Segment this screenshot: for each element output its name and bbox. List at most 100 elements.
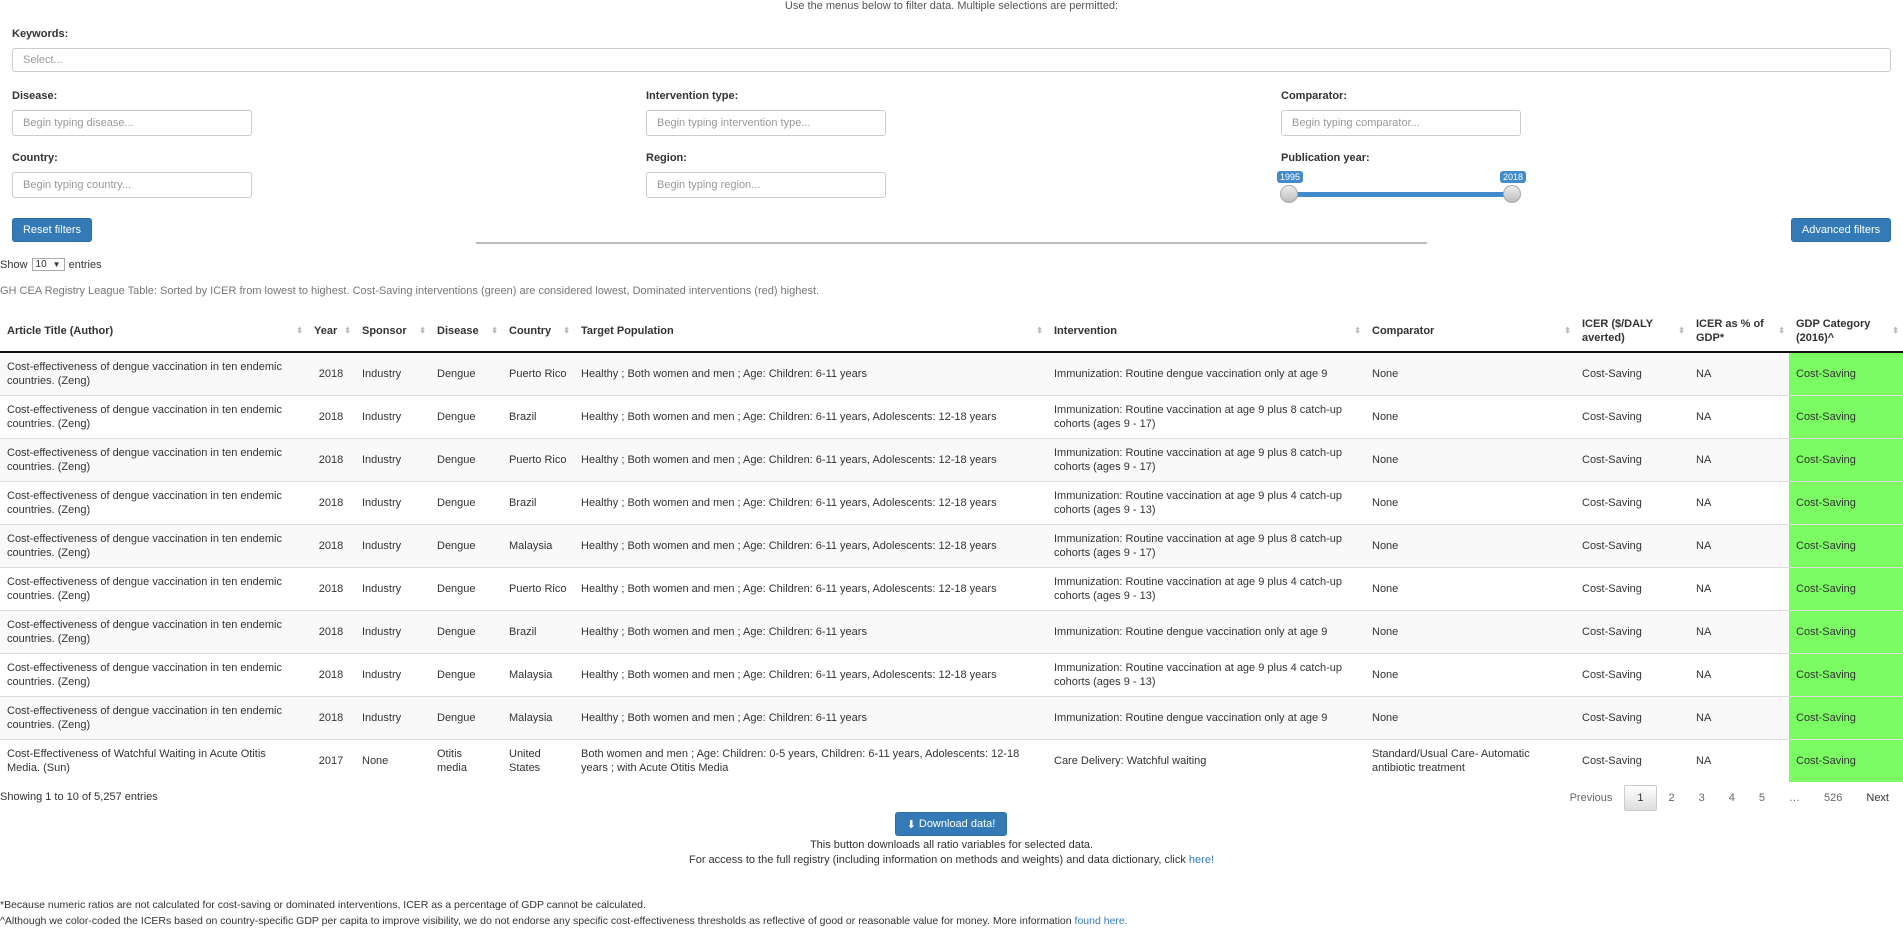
table-info: Showing 1 to 10 of 5,257 entries: [0, 791, 158, 803]
col-disease-cell: Dengue: [430, 480, 502, 524]
league-table: Article Title (Author) ⬍ Year ⬍ Sponsor ⬍ Dise…: [0, 310, 1903, 782]
reset-filters-button[interactable]: Reset filters: [12, 218, 92, 242]
col-sponsor-cell: Industry: [355, 394, 430, 438]
col-icer-gdp-cell: NA: [1689, 738, 1789, 782]
table-header-row: Article Title (Author) ⬍ Year ⬍ Sponsor ⬍ Dise…: [0, 310, 1903, 353]
registry-link[interactable]: here!: [1189, 854, 1214, 866]
col-gdp-category-cell: Cost-Saving: [1789, 652, 1903, 696]
country-input[interactable]: Begin typing country...: [12, 172, 252, 198]
keywords-select[interactable]: Select...: [12, 48, 1891, 72]
col-sponsor-header-label: Sponsor: [362, 324, 407, 337]
table-row: Cost-effectiveness of dengue vaccination…: [0, 523, 1903, 567]
page-526-button[interactable]: 526: [1812, 786, 1854, 810]
sort-icon: ⬍: [1036, 325, 1043, 335]
advanced-filters-button[interactable]: Advanced filters: [1791, 218, 1891, 242]
download-icon: ⬇: [906, 818, 916, 831]
entries-select[interactable]: 10 ▼: [31, 258, 65, 271]
sort-icon: ⬍: [1778, 325, 1785, 335]
col-target-population-cell: Healthy ; Both women and men ; Age: Chil…: [574, 695, 1047, 739]
col-icer-gdp-cell: NA: [1689, 351, 1789, 395]
col-year-header[interactable]: Year ⬍: [307, 310, 355, 353]
col-gdp-category-cell: Cost-Saving: [1789, 480, 1903, 524]
col-icer-cell: Cost-Saving: [1575, 394, 1689, 438]
col-icer-gdp-cell: NA: [1689, 652, 1789, 696]
col-article-title-header-label: Article Title (Author): [7, 324, 114, 337]
intervention-type-input[interactable]: Begin typing intervention type...: [646, 110, 886, 136]
year-slider-max-handle[interactable]: [1503, 185, 1521, 203]
col-disease-cell: Otitis media: [430, 738, 502, 782]
page-1-button[interactable]: 1: [1624, 785, 1657, 811]
col-article-title-cell: Cost-effectiveness of dengue vaccination…: [0, 695, 307, 739]
col-icer-cell: Cost-Saving: [1575, 351, 1689, 395]
sort-icon: ⬍: [491, 325, 498, 335]
download-button[interactable]: ⬇ Download data!: [895, 812, 1007, 836]
col-country-cell: Puerto Rico: [502, 437, 574, 481]
comparator-input[interactable]: Begin typing comparator...: [1281, 110, 1521, 136]
col-target-population-cell: Healthy ; Both women and men ; Age: Chil…: [574, 394, 1047, 438]
table-row: Cost-effectiveness of dengue vaccination…: [0, 480, 1903, 524]
col-sponsor-cell: Industry: [355, 351, 430, 395]
col-article-title-cell: Cost-effectiveness of dengue vaccination…: [0, 480, 307, 524]
page-5-button[interactable]: 5: [1747, 786, 1777, 810]
col-intervention-cell: Immunization: Routine dengue vaccination…: [1047, 351, 1365, 395]
col-comparator-cell: None: [1365, 652, 1575, 696]
page-2-button[interactable]: 2: [1657, 786, 1687, 810]
previous-page-button[interactable]: Previous: [1558, 786, 1625, 810]
col-sponsor-cell: Industry: [355, 652, 430, 696]
col-intervention-cell: Immunization: Routine dengue vaccination…: [1047, 609, 1365, 653]
page-3-button[interactable]: 3: [1687, 786, 1717, 810]
footnote-star: *Because numeric ratios are not calculat…: [0, 899, 646, 911]
col-year-cell: 2017: [307, 738, 355, 782]
col-icer-gdp-cell: NA: [1689, 437, 1789, 481]
col-disease-header[interactable]: Disease ⬍: [430, 310, 502, 353]
region-input[interactable]: Begin typing region...: [646, 172, 886, 198]
col-article-title-cell: Cost-effectiveness of dengue vaccination…: [0, 652, 307, 696]
col-comparator-cell: None: [1365, 566, 1575, 610]
col-target-population-header[interactable]: Target Population ⬍: [574, 310, 1047, 353]
sort-icon: ⬍: [344, 325, 351, 335]
col-icer-cell: Cost-Saving: [1575, 437, 1689, 481]
col-icer-cell: Cost-Saving: [1575, 609, 1689, 653]
col-country-header-label: Country: [509, 324, 552, 337]
more-info-link[interactable]: found here.: [1075, 915, 1128, 927]
col-target-population-header-label: Target Population: [581, 324, 674, 337]
col-icer-header-label: ICER ($/DALY averted): [1582, 317, 1653, 344]
col-article-title-cell: Cost-effectiveness of dengue vaccination…: [0, 437, 307, 481]
col-comparator-cell: None: [1365, 351, 1575, 395]
col-country-cell: United States: [502, 738, 574, 782]
col-sponsor-cell: Industry: [355, 695, 430, 739]
col-country-header[interactable]: Country ⬍: [502, 310, 574, 353]
table-body: Cost-effectiveness of dengue vaccination…: [0, 351, 1903, 782]
col-gdp-category-header[interactable]: GDP Category (2016)^ ⬍: [1789, 310, 1903, 353]
sort-icon: ⬍: [1564, 325, 1571, 335]
col-comparator-header[interactable]: Comparator ⬍: [1365, 310, 1575, 353]
col-icer-cell: Cost-Saving: [1575, 480, 1689, 524]
col-sponsor-header[interactable]: Sponsor ⬍: [355, 310, 430, 353]
col-article-title-cell: Cost-effectiveness of dengue vaccination…: [0, 523, 307, 567]
next-page-button[interactable]: Next: [1854, 786, 1901, 810]
col-country-cell: Brazil: [502, 609, 574, 653]
col-article-title-header[interactable]: Article Title (Author) ⬍: [0, 310, 307, 353]
year-slider-min-handle[interactable]: [1280, 185, 1298, 203]
col-country-cell: Malaysia: [502, 523, 574, 567]
col-intervention-cell: Immunization: Routine dengue vaccination…: [1047, 695, 1365, 739]
disease-input[interactable]: Begin typing disease...: [12, 110, 252, 136]
col-icer-cell: Cost-Saving: [1575, 695, 1689, 739]
col-icer-gdp-cell: NA: [1689, 480, 1789, 524]
col-year-cell: 2018: [307, 695, 355, 739]
col-disease-cell: Dengue: [430, 351, 502, 395]
intro-text: Use the menus below to filter data. Mult…: [784, 0, 1119, 12]
col-icer-header[interactable]: ICER ($/DALY averted) ⬍: [1575, 310, 1689, 353]
col-icer-gdp-header-label: ICER as % of GDP*: [1696, 317, 1764, 344]
page-4-button[interactable]: 4: [1717, 786, 1747, 810]
col-comparator-cell: None: [1365, 480, 1575, 524]
col-intervention-header[interactable]: Intervention ⬍: [1047, 310, 1365, 353]
length-control: Show 10 ▼ entries: [0, 258, 102, 271]
col-country-cell: Malaysia: [502, 652, 574, 696]
publication-year-label: Publication year:: [1281, 152, 1370, 164]
registry-note: For access to the full registry (includi…: [0, 854, 1903, 866]
col-icer-gdp-header[interactable]: ICER as % of GDP* ⬍: [1689, 310, 1789, 353]
col-intervention-cell: Immunization: Routine vaccination at age…: [1047, 566, 1365, 610]
col-target-population-cell: Healthy ; Both women and men ; Age: Chil…: [574, 351, 1047, 395]
col-gdp-category-cell: Cost-Saving: [1789, 566, 1903, 610]
